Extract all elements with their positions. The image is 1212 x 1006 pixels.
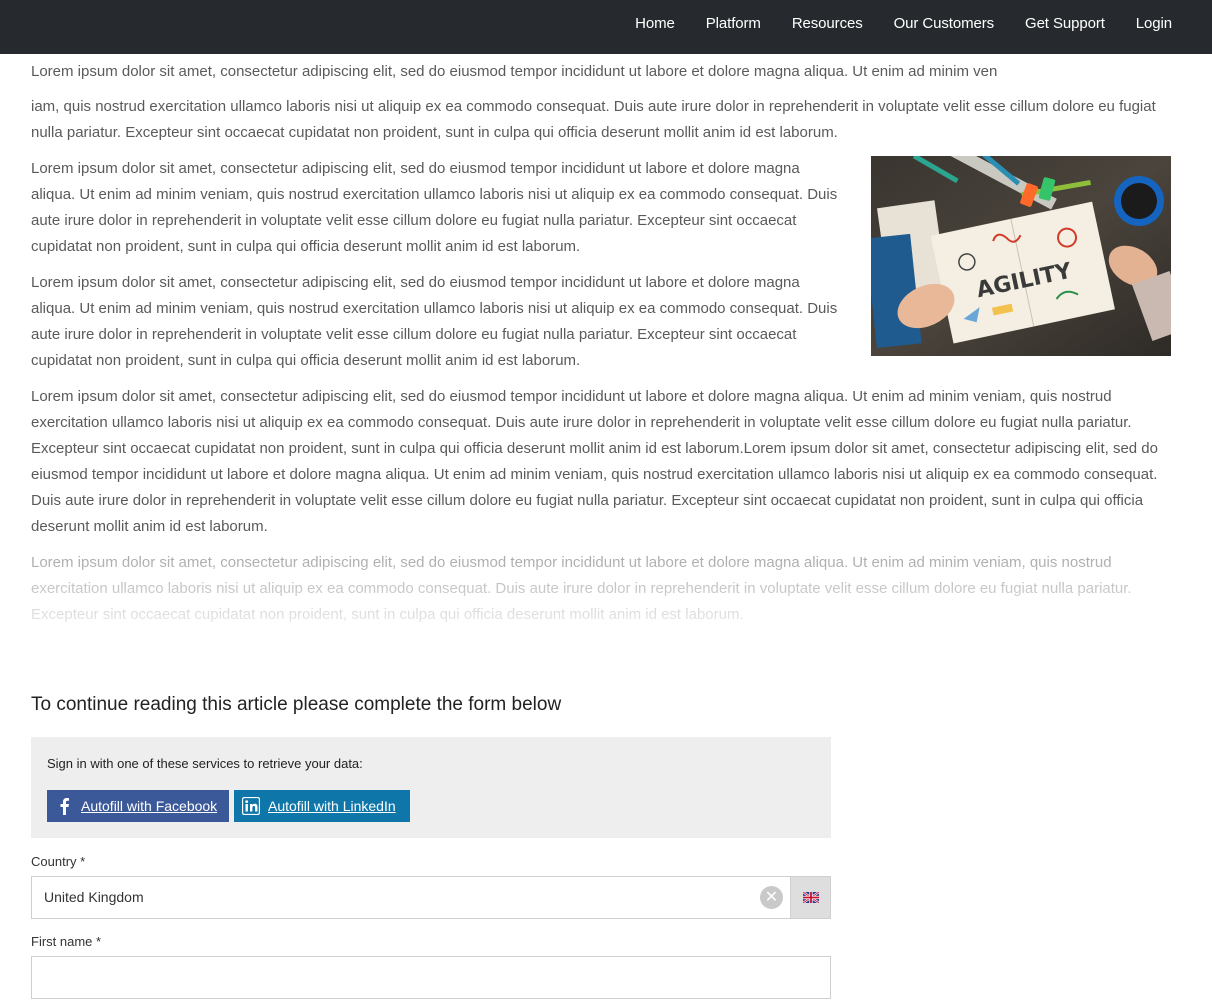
article-paragraph-4: Lorem ipsum dolor sit amet, consectetur …	[31, 274, 838, 369]
country-value: United Kingdom	[44, 889, 144, 905]
clear-icon[interactable]: ✕	[760, 886, 783, 909]
article-paragraph-2: iam, quis nostrud exercitation ullamco l…	[31, 98, 1156, 141]
first-name-input[interactable]	[31, 956, 831, 999]
article-paragraph-1: Lorem ipsum dolor sit amet, consectetur …	[31, 63, 998, 80]
country-select[interactable]: United Kingdom ✕	[31, 876, 831, 919]
nav-login-link[interactable]: Login	[1136, 15, 1172, 32]
nav-links: Home Platform Resources Our Customers Ge…	[604, 0, 1172, 46]
article-paragraph-3: Lorem ipsum dolor sit amet, consectetur …	[31, 160, 838, 255]
form-heading: To continue reading this article please …	[31, 694, 562, 715]
nav-resources-link[interactable]: Resources	[792, 15, 863, 32]
agility-notebook-image: AGILITY	[871, 156, 1171, 356]
nav-platform-link[interactable]: Platform	[706, 15, 761, 32]
autofill-linkedin-label: Autofill with LinkedIn	[268, 798, 396, 814]
agility-illustration: AGILITY	[871, 156, 1171, 356]
autofill-facebook-label: Autofill with Facebook	[81, 798, 218, 814]
nav-get-support-link[interactable]: Get Support	[1025, 15, 1105, 32]
article-paragraph-5: Lorem ipsum dolor sit amet, consectetur …	[31, 388, 1158, 535]
top-navbar: Home Platform Resources Our Customers Ge…	[0, 0, 1212, 54]
autofill-panel: Sign in with one of these services to re…	[31, 737, 831, 838]
country-label: Country *	[31, 854, 86, 869]
autofill-prompt: Sign in with one of these services to re…	[47, 756, 363, 771]
nav-our-customers-link[interactable]: Our Customers	[894, 15, 994, 32]
linkedin-icon	[234, 797, 268, 815]
nav-home-link[interactable]: Home	[635, 15, 675, 32]
article-body: Lorem ipsum dolor sit amet, consectetur …	[31, 60, 1171, 628]
flag-button[interactable]	[790, 877, 830, 918]
uk-flag-icon	[802, 892, 819, 903]
facebook-icon	[47, 797, 81, 815]
autofill-linkedin-button[interactable]: Autofill with LinkedIn	[234, 790, 410, 822]
first-name-label: First name *	[31, 934, 102, 949]
autofill-facebook-button[interactable]: Autofill with Facebook	[47, 790, 229, 822]
article-paragraph-6-faded: Lorem ipsum dolor sit amet, consectetur …	[31, 554, 1132, 623]
